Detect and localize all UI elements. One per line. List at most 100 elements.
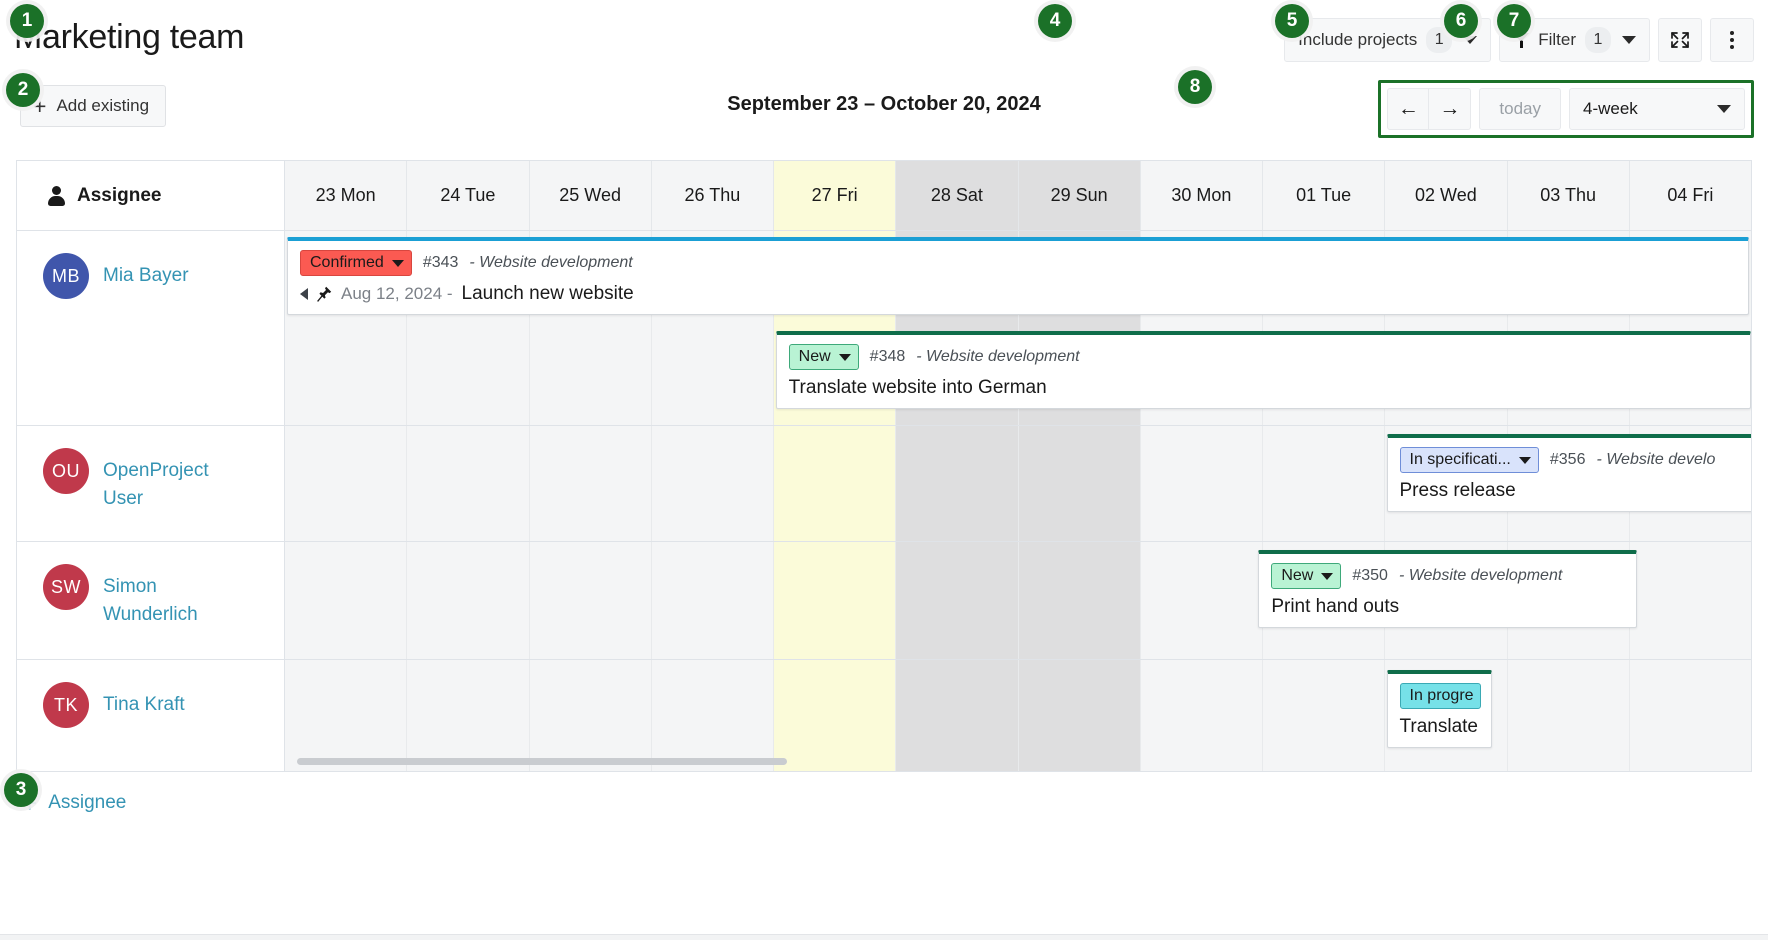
day-cell[interactable]: [652, 660, 774, 772]
add-assignee-button[interactable]: + Assignee: [22, 790, 126, 816]
day-cell[interactable]: [1019, 426, 1141, 541]
prev-period-button[interactable]: ←: [1387, 88, 1429, 130]
assignee-cell: TK Tina Kraft: [17, 660, 285, 772]
day-cell[interactable]: [1630, 660, 1751, 772]
assignee-name-link[interactable]: Simon Wunderlich: [103, 564, 223, 628]
horizontal-scrollbar[interactable]: [297, 758, 787, 765]
status-badge[interactable]: In progre: [1400, 683, 1481, 709]
range-select[interactable]: 4-week: [1569, 88, 1745, 130]
event-card[interactable]: New #348 - Website development Translate we…: [776, 331, 1751, 409]
event-meta-line: New#350- Website development: [1259, 554, 1636, 589]
range-select-value: 4-week: [1583, 99, 1638, 119]
filter-label: Filter: [1538, 30, 1576, 50]
status-badge[interactable]: New: [789, 344, 859, 370]
today-button[interactable]: today: [1479, 88, 1561, 130]
assignee-name-link[interactable]: Tina Kraft: [103, 682, 185, 719]
filter-count: 1: [1585, 27, 1611, 53]
assignee-name-link[interactable]: OpenProject User: [103, 448, 223, 512]
event-subject: Translate: [1400, 716, 1479, 738]
team-planner-page: Marketing team + Add existing September …: [0, 0, 1768, 940]
calendar-header-row: Assignee 23 Mon24 Tue25 Wed26 Thu27 Fri2…: [17, 161, 1751, 231]
assignee-cell: OU OpenProject User: [17, 426, 285, 541]
day-cell[interactable]: [407, 542, 529, 659]
day-cell[interactable]: [530, 426, 652, 541]
status-badge-label: In progre: [1410, 687, 1474, 705]
team-planner-calendar: Assignee 23 Mon24 Tue25 Wed26 Thu27 Fri2…: [16, 160, 1752, 772]
more-menu-button[interactable]: [1710, 18, 1754, 62]
day-header-28-sat: 28 Sat: [896, 161, 1018, 230]
chevron-down-icon[interactable]: [392, 260, 404, 267]
day-cell[interactable]: [774, 660, 896, 772]
status-badge[interactable]: New: [1271, 563, 1341, 589]
day-cell[interactable]: [1630, 542, 1751, 659]
avatar: TK: [43, 682, 89, 728]
person-icon: [47, 186, 65, 206]
event-card[interactable]: In progre Translate: [1387, 670, 1492, 748]
bottom-divider: [0, 934, 1768, 940]
chevron-down-icon[interactable]: [1519, 457, 1531, 464]
day-cell[interactable]: [1508, 660, 1630, 772]
day-cell[interactable]: [285, 426, 407, 541]
day-cell[interactable]: [407, 426, 529, 541]
event-subject-line: Translate website into German: [777, 370, 1750, 408]
status-badge[interactable]: Confirmed: [300, 250, 412, 276]
event-subject-line: Print hand outs: [1259, 589, 1636, 627]
day-cell[interactable]: [896, 660, 1018, 772]
day-cell[interactable]: [285, 542, 407, 659]
day-cell[interactable]: [774, 542, 896, 659]
event-meta-line: New #348 - Website development: [777, 335, 1750, 370]
event-meta-line: In progre: [1388, 674, 1491, 709]
event-subject: Print hand outs: [1271, 596, 1399, 618]
avatar: OU: [43, 448, 89, 494]
event-meta-line: Confirmed #343 - Website development: [288, 241, 1748, 276]
event-project: - Website development: [916, 348, 1079, 366]
day-cell[interactable]: [285, 660, 407, 772]
fullscreen-button[interactable]: [1658, 18, 1702, 62]
event-project: - Website development: [469, 254, 632, 272]
event-subject-line: Press release: [1388, 473, 1753, 511]
event-card[interactable]: In specificati...#356- Website develoPre…: [1387, 434, 1753, 512]
kebab-menu-icon: [1730, 31, 1734, 49]
day-cell[interactable]: [407, 660, 529, 772]
add-assignee-label: Assignee: [48, 792, 126, 814]
event-card[interactable]: Confirmed#343- Website developmentAug 12…: [287, 237, 1749, 315]
day-cell[interactable]: [896, 426, 1018, 541]
day-cell[interactable]: [896, 542, 1018, 659]
date-navigation: ← → today 4-week: [1378, 80, 1754, 138]
day-headers: 23 Mon24 Tue25 Wed26 Thu27 Fri28 Sat29 S…: [285, 161, 1751, 230]
day-cell[interactable]: [530, 542, 652, 659]
day-cell[interactable]: [1019, 542, 1141, 659]
include-projects-label: Include projects: [1298, 30, 1417, 50]
day-cell[interactable]: [652, 426, 774, 541]
callout-badge-4: 4: [1038, 4, 1072, 38]
event-subject: Press release: [1400, 480, 1516, 502]
event-project: - Website develo: [1596, 451, 1715, 469]
event-project: - Website development: [1399, 567, 1562, 585]
next-period-button[interactable]: →: [1429, 88, 1471, 130]
assignee-name-link[interactable]: Mia Bayer: [103, 253, 189, 290]
event-id: #348: [870, 348, 906, 366]
day-cell[interactable]: [1141, 426, 1263, 541]
day-cells: [285, 660, 1751, 772]
status-badge[interactable]: In specificati...: [1400, 447, 1539, 473]
continuation-arrow-icon: [300, 288, 308, 300]
day-cell[interactable]: [652, 542, 774, 659]
callout-badge-1: 1: [10, 4, 44, 38]
callout-badge-2: 2: [6, 73, 40, 107]
day-header-04-fri: 04 Fri: [1630, 161, 1751, 230]
chevron-down-icon[interactable]: [839, 354, 851, 361]
day-cell[interactable]: [1263, 660, 1385, 772]
day-cell[interactable]: [1141, 660, 1263, 772]
day-cell[interactable]: [774, 426, 896, 541]
date-arrows: ← →: [1387, 88, 1471, 130]
event-card[interactable]: New#350- Website development Print hand o…: [1258, 550, 1637, 628]
event-id: #343: [423, 254, 459, 272]
day-cell[interactable]: [1019, 660, 1141, 772]
chevron-down-icon[interactable]: [1321, 573, 1333, 580]
assignee-cell: SWSimon Wunderlich: [17, 542, 285, 659]
day-cell[interactable]: [1141, 542, 1263, 659]
day-cell[interactable]: [530, 660, 652, 772]
day-header-03-thu: 03 Thu: [1508, 161, 1630, 230]
day-cell[interactable]: [1263, 426, 1385, 541]
day-header-30-mon: 30 Mon: [1141, 161, 1263, 230]
